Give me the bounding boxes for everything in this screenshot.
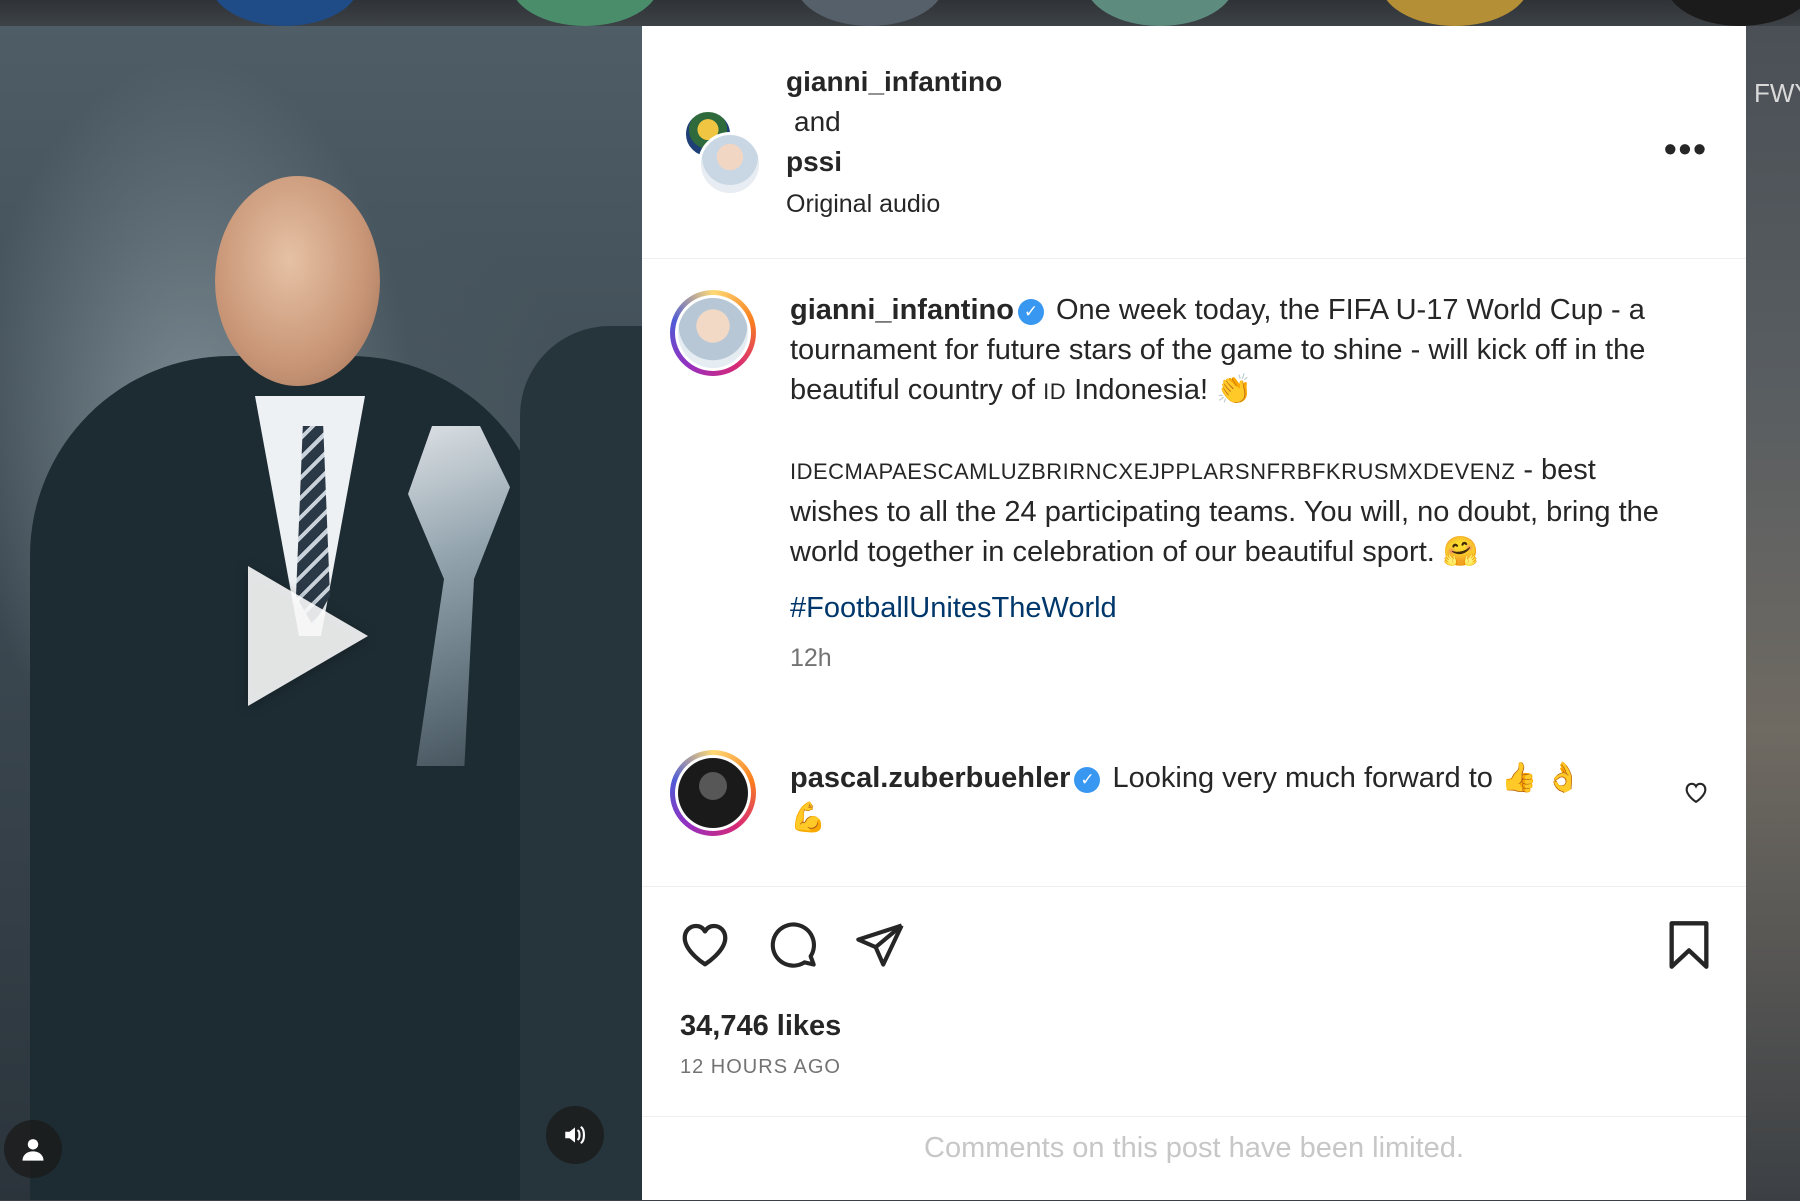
author-conjunction: and xyxy=(794,106,841,137)
like-count[interactable]: 34,746 likes xyxy=(680,1010,841,1043)
caption-text: gianni_infantino ✓ One week today, the FI… xyxy=(790,290,1670,412)
caption-country: Indonesia! xyxy=(1074,374,1208,406)
hashtag-link[interactable]: #FootballUnitesTheWorld xyxy=(790,588,1670,628)
play-icon[interactable] xyxy=(248,566,368,706)
video-subject-head xyxy=(215,176,380,386)
like-heart-icon[interactable] xyxy=(678,919,732,969)
country-codes: IDECMAPAESCAMLUZBRIRNCXEJPPLARSNFRBFKRUS… xyxy=(790,459,1516,484)
audio-toggle-button[interactable] xyxy=(546,1106,604,1164)
user-icon xyxy=(22,1139,44,1161)
story-thumbnail[interactable] xyxy=(1085,0,1235,26)
caption-paragraph-2: IDECMAPAESCAMLUZBRIRNCXEJPPLARSNFRBFKRUS… xyxy=(790,450,1670,572)
more-options-icon[interactable]: ••• xyxy=(1664,128,1708,170)
comments-limited-notice: Comments on this post have been limited. xyxy=(924,1132,1464,1164)
next-post-preview[interactable] xyxy=(1746,26,1800,1200)
story-thumbnail[interactable] xyxy=(510,0,660,26)
bookmark-icon[interactable] xyxy=(1666,919,1712,971)
post-header: gianni_infantino and pssi Original audio… xyxy=(642,26,1746,259)
post-panel: gianni_infantino and pssi Original audio… xyxy=(642,26,1746,1200)
verified-badge-icon: ✓ xyxy=(1074,767,1101,793)
clap-emoji: 👏 xyxy=(1216,374,1253,406)
stories-strip xyxy=(0,0,1800,26)
story-thumbnail[interactable] xyxy=(1380,0,1530,26)
author-username[interactable]: gianni_infantino xyxy=(786,66,1002,98)
hug-emoji: 🤗 xyxy=(1442,536,1479,568)
comment-bubble-icon[interactable] xyxy=(766,919,818,971)
video-player[interactable] xyxy=(0,26,642,1200)
like-comment-heart-icon[interactable] xyxy=(1682,778,1710,806)
comment-body: Looking very much forward to xyxy=(1112,762,1493,794)
coauthor-avatars[interactable] xyxy=(684,110,764,200)
comment-username[interactable]: pascal.zuberbuehler xyxy=(790,762,1070,794)
caption-avatar[interactable] xyxy=(670,290,756,376)
tagged-users-button[interactable] xyxy=(4,1120,62,1178)
commenter-avatar[interactable] xyxy=(670,750,756,836)
coauthor-username[interactable]: pssi xyxy=(786,146,842,178)
author-avatar[interactable] xyxy=(698,132,762,196)
caption-time: 12h xyxy=(790,644,832,672)
verified-badge-icon: ✓ xyxy=(1017,299,1044,325)
next-post-label: FWY xyxy=(1754,78,1800,108)
comment-text: pascal.zuberbuehler ✓ Looking very much f… xyxy=(790,758,1630,838)
audio-link[interactable]: Original audio xyxy=(786,190,940,219)
story-thumbnail[interactable] xyxy=(1665,0,1800,26)
speaker-icon xyxy=(565,1126,586,1144)
comment-emoji-line2: 💪 xyxy=(790,802,827,834)
action-bar xyxy=(642,886,1746,969)
share-send-icon[interactable] xyxy=(854,919,906,971)
story-thumbnail[interactable] xyxy=(210,0,360,26)
caption-username[interactable]: gianni_infantino xyxy=(790,294,1014,326)
comment-emojis: 👍 👌 xyxy=(1500,762,1582,794)
video-background-person xyxy=(520,326,642,1200)
post-timestamp[interactable]: 12 HOURS AGO xyxy=(680,1056,841,1079)
flag-code: ID xyxy=(1043,379,1067,404)
story-thumbnail[interactable] xyxy=(795,0,945,26)
